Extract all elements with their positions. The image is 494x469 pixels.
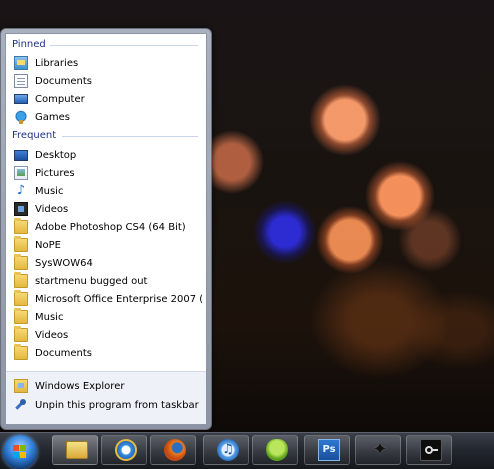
videos-icon [14,202,28,216]
taskbar-button-bird-app[interactable]: ✦ [355,435,401,465]
folder-icon [14,290,28,306]
windows-logo-icon [13,445,27,459]
taskbar-button-photoshop[interactable]: Ps [304,435,350,465]
frequent-item-photoshop-folder[interactable]: Adobe Photoshop CS4 (64 Bit) [10,218,202,236]
start-button[interactable] [3,435,37,469]
item-label: Music [35,185,64,197]
item-label: startmenu bugged out [35,275,148,287]
folder-icon [14,344,28,360]
frequent-item-music-folder[interactable]: Music [10,308,202,326]
pinned-item-documents[interactable]: Documents [10,72,202,90]
item-label: Windows Explorer [35,380,125,392]
item-label: Videos [35,329,69,341]
frequent-item-desktop[interactable]: Desktop [10,146,202,164]
frequent-item-documents-folder[interactable]: Documents [10,344,202,362]
item-label: SysWOW64 [35,257,93,269]
item-label: Pictures [35,167,75,179]
folder-icon [14,326,28,342]
taskbar: ♫ Ps ✦ [0,432,494,469]
folder-icon [14,236,28,252]
internet-explorer-icon [115,439,137,461]
folder-icon [66,441,88,459]
frequent-item-startmenu[interactable]: startmenu bugged out [10,272,202,290]
documents-icon [14,74,28,88]
item-label: Documents [35,75,93,87]
taskbar-button-internet-explorer[interactable] [101,435,147,465]
pictures-icon [14,166,28,180]
folder-icon [14,218,28,234]
photoshop-icon: Ps [318,439,340,461]
taskbar-button-steam[interactable] [406,435,452,465]
steam-icon [420,439,442,461]
frequent-item-syswow64[interactable]: SysWOW64 [10,254,202,272]
taskbar-button-windows-explorer[interactable] [52,435,98,465]
unpin-icon [14,398,28,412]
item-label: Documents [35,347,93,359]
taskbar-button-messenger[interactable] [252,435,298,465]
frequent-item-office[interactable]: Microsoft Office Enterprise 2007 (... [10,290,202,308]
music-icon: ♪ [16,183,26,198]
frequent-item-music[interactable]: ♪ Music [10,182,202,200]
frequent-item-videos-folder[interactable]: Videos [10,326,202,344]
jump-list-panel: Pinned Libraries Documents Computer Game… [5,33,207,425]
frequent-item-pictures[interactable]: Pictures [10,164,202,182]
item-label: Libraries [35,57,79,69]
pinned-item-libraries[interactable]: Libraries [10,54,202,72]
frequent-item-videos[interactable]: Videos [10,200,202,218]
pinned-item-games[interactable]: Games [10,108,202,126]
itunes-icon: ♫ [217,439,239,461]
task-unpin[interactable]: Unpin this program from taskbar [10,396,202,414]
frequent-header: Frequent [12,130,57,141]
item-label: Games [35,111,70,123]
item-label: Adobe Photoshop CS4 (64 Bit) [35,221,186,233]
item-label: NoPE [35,239,61,251]
item-label: Unpin this program from taskbar [35,399,199,411]
frequent-divider [62,136,198,137]
messenger-icon [266,439,288,461]
tasks-section: Windows Explorer Unpin this program from… [6,371,206,424]
item-label: Music [35,311,64,323]
pinned-header: Pinned [12,39,46,50]
taskbar-button-itunes[interactable]: ♫ [203,435,249,465]
item-label: Desktop [35,149,77,161]
frequent-item-nope[interactable]: NoPE [10,236,202,254]
item-label: Microsoft Office Enterprise 2007 (... [35,293,202,305]
desktop-icon [14,149,28,161]
taskbar-button-firefox[interactable] [150,435,196,465]
folder-icon [14,272,28,288]
libraries-icon [14,56,28,70]
item-label: Videos [35,203,69,215]
windows-explorer-icon [14,379,28,393]
jump-list: Pinned Libraries Documents Computer Game… [0,28,212,430]
firefox-icon [164,439,186,461]
task-windows-explorer[interactable]: Windows Explorer [10,377,202,395]
computer-icon [14,94,28,104]
pinned-divider [50,45,198,46]
pinned-item-computer[interactable]: Computer [10,90,202,108]
games-icon [14,110,28,124]
folder-icon [14,254,28,270]
folder-icon [14,308,28,324]
item-label: Computer [35,93,85,105]
bird-icon: ✦ [372,439,388,460]
